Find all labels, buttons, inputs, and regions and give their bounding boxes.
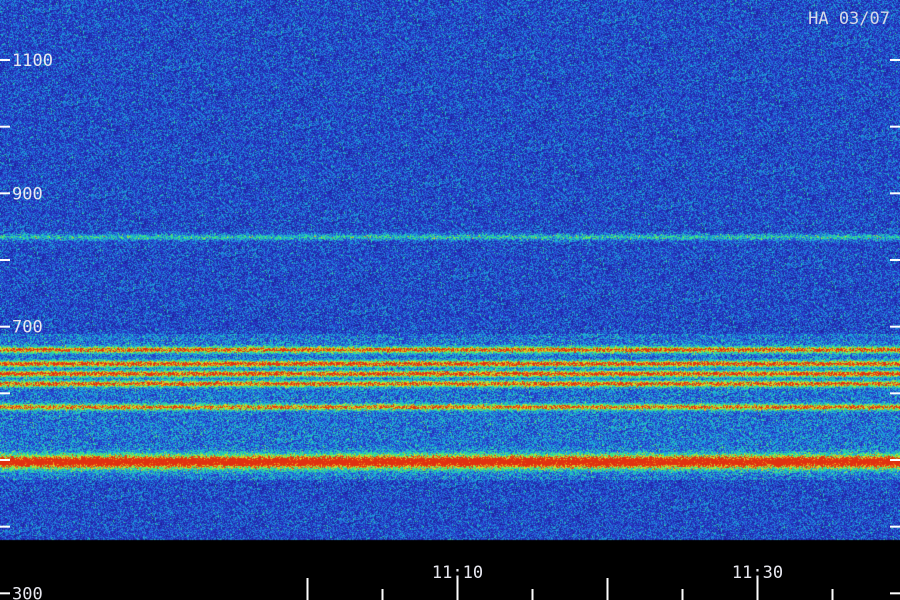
y-tick-label: 1100 <box>12 51 53 71</box>
axis-overlay: 300 700 900 1100 11:10 11:30 HA 03/07 <box>0 9 900 600</box>
corner-label: HA 03/07 <box>808 9 890 29</box>
y-tick-label: 300 <box>12 584 43 600</box>
spectrogram-chart: 300 700 900 1100 11:10 11:30 HA 03/07 <box>0 0 900 600</box>
x-tick-label: 11:30 <box>732 563 783 583</box>
y-tick-label: 700 <box>12 318 43 338</box>
x-axis-ticks: 11:10 11:30 <box>306 563 834 600</box>
y-tick-label: 900 <box>12 184 43 204</box>
x-tick-label: 11:10 <box>432 563 483 583</box>
y-axis-ticks: 300 700 900 1100 <box>0 51 900 600</box>
